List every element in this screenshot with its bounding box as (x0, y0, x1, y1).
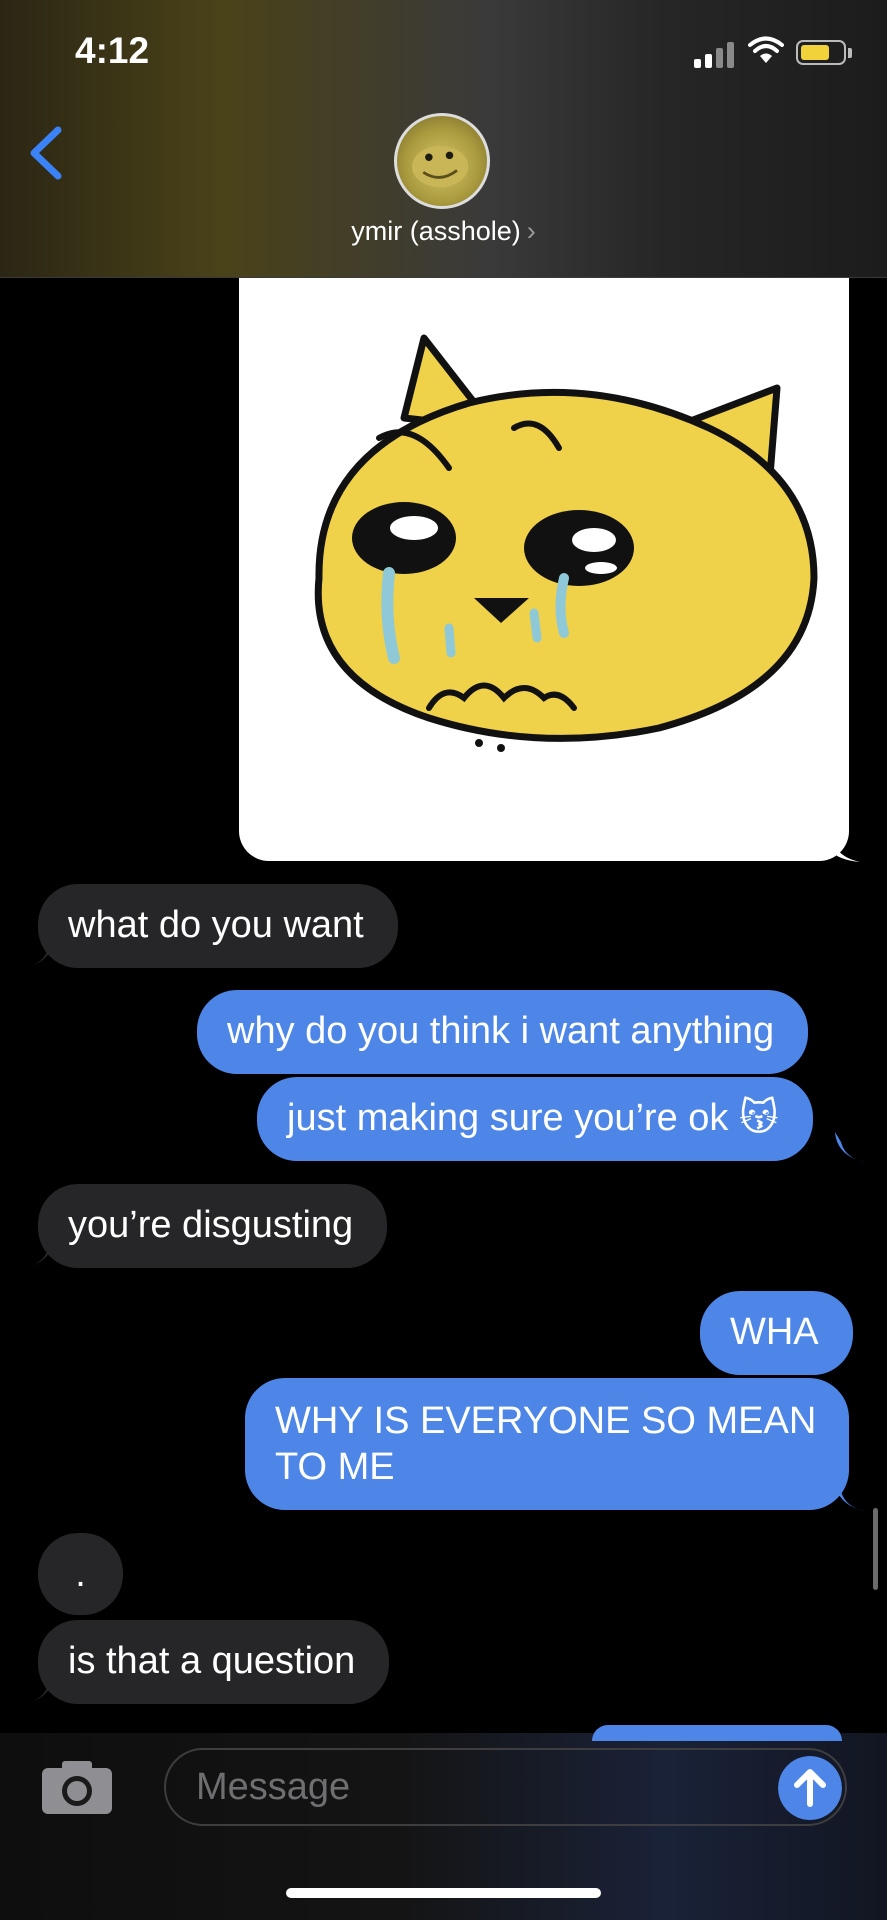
bubble-tail (24, 1674, 54, 1704)
battery-cap (848, 48, 852, 58)
battery-level (801, 45, 829, 60)
scroll-indicator[interactable] (873, 1508, 878, 1590)
cellular-signal-icon (694, 40, 736, 68)
contact-details-chevron-icon: › (526, 216, 536, 246)
bubble-tail (835, 1132, 865, 1162)
status-time: 4:12 (75, 30, 150, 71)
send-arrow-icon[interactable] (778, 1756, 842, 1820)
received-message[interactable]: is that a question (38, 1620, 390, 1704)
home-indicator[interactable] (286, 1888, 601, 1898)
sent-message[interactable]: WHA (700, 1291, 853, 1375)
bubble-tail (24, 938, 54, 968)
bubble-tail (24, 1238, 54, 1268)
contact-avatar[interactable] (394, 113, 490, 209)
wifi-icon (748, 36, 784, 63)
message-input[interactable] (164, 1748, 847, 1826)
sent-message[interactable]: WHY IS EVERYONE SO MEAN TO ME (245, 1378, 849, 1510)
received-message[interactable]: what do you want (38, 884, 398, 968)
sent-message[interactable]: why do you think i want anything (197, 990, 809, 1074)
received-message[interactable]: . (38, 1533, 123, 1615)
contact-name-text: ymir (asshole) (351, 216, 521, 246)
message-line: WHY IS EVERYONE SO MEAN (275, 1400, 817, 1442)
conversation-header: 4:12 ymir (asshole) › (0, 0, 887, 278)
crying-cat-sticker-icon (314, 334, 818, 752)
partial-sent-message (592, 1725, 842, 1741)
bubble-tail (835, 1481, 865, 1511)
back-chevron-icon[interactable] (22, 122, 70, 184)
camera-icon[interactable] (40, 1760, 114, 1816)
battery-icon (796, 40, 846, 65)
bubble-tail (830, 830, 860, 862)
contact-name[interactable]: ymir (asshole) › (0, 216, 887, 247)
message-line: TO ME (275, 1446, 395, 1488)
avatar-face-icon (412, 146, 469, 188)
sent-message[interactable]: just making sure you’re ok 😽 (257, 1077, 813, 1161)
received-message[interactable]: you’re disgusting (38, 1184, 388, 1268)
sticker-image-message[interactable] (239, 278, 849, 861)
